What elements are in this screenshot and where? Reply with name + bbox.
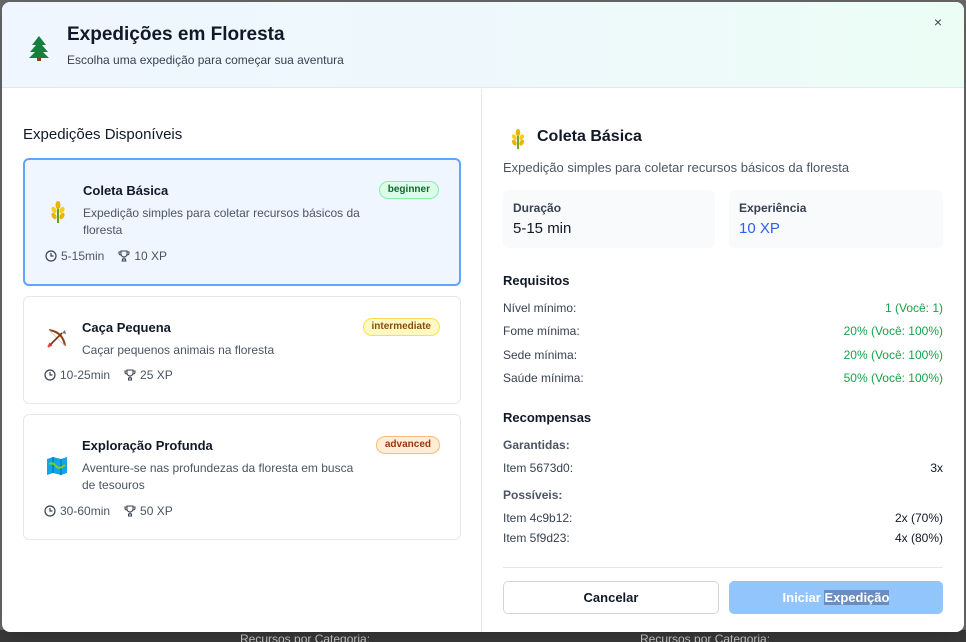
requirements-title: Requisitos <box>503 273 570 288</box>
wheat-icon <box>511 128 525 150</box>
requirement-label: Sede mínima: <box>503 348 578 362</box>
modal-title: Expedições em Floresta <box>67 24 285 45</box>
requirement-value: 1 (Você: 1) <box>884 301 943 315</box>
expedition-card-exploracao-profunda[interactable]: Exploração Profunda advanced Aventure-se… <box>23 414 461 540</box>
reward-value: 3x <box>930 461 943 475</box>
possible-label: Possíveis: <box>503 488 563 502</box>
card-title: Coleta Básica <box>83 183 169 198</box>
close-icon: × <box>933 14 943 30</box>
wheat-icon <box>51 201 65 223</box>
close-button[interactable]: × <box>928 12 948 32</box>
expedition-modal: Expedições em Floresta Escolha uma exped… <box>2 2 964 632</box>
reward-label: Item 5673d0: <box>503 461 574 475</box>
reward-label: Item 4c9b12: <box>503 511 573 525</box>
xp-text: 25 XP <box>140 368 173 382</box>
rewards-title: Recompensas <box>503 410 592 425</box>
start-label-a: Iniciar <box>782 590 825 605</box>
start-label-b: Expedição <box>824 590 890 605</box>
reward-label: Item 5f9d23: <box>503 531 570 545</box>
bow-arrow-icon <box>47 329 66 348</box>
background-label-left: Recursos por Categoria: <box>240 632 371 642</box>
map-icon <box>47 457 67 475</box>
expedition-detail-panel: Coleta Básica Expedição simples para col… <box>483 89 964 632</box>
card-meta: 30-60min 50 XP <box>44 504 173 518</box>
reward-value: 4x (80%) <box>894 531 943 545</box>
reward-row: Item 5f9d23: 4x (80%) <box>503 531 943 547</box>
card-description: Aventure-se nas profundezas da floresta … <box>82 461 354 492</box>
detail-description: Expedição simples para coletar recursos … <box>503 160 850 175</box>
experience-stat: Experiência 10 XP <box>729 190 943 248</box>
card-title: Exploração Profunda <box>82 438 213 453</box>
card-meta: 10-25min 25 XP <box>44 368 173 382</box>
clock-icon <box>45 250 57 262</box>
reward-value: 2x (70%) <box>894 511 943 525</box>
card-description: Expedição simples para coletar recursos … <box>83 206 360 237</box>
background-label-right: Recursos por Categoria: <box>640 632 771 642</box>
clock-icon <box>44 369 56 381</box>
list-title: Expedições Disponíveis <box>23 126 183 143</box>
difficulty-badge: advanced <box>375 436 440 454</box>
requirement-label: Fome mínima: <box>503 324 580 338</box>
expedition-card-caca-pequena[interactable]: Caça Pequena intermediate Caçar pequenos… <box>23 296 461 404</box>
divider <box>503 567 943 568</box>
modal-subtitle: Escolha uma expedição para começar sua a… <box>67 53 344 67</box>
tree-icon <box>29 36 49 61</box>
card-description: Caçar pequenos animais na floresta <box>82 343 275 357</box>
clock-icon <box>44 505 56 517</box>
modal-header: Expedições em Floresta Escolha uma exped… <box>2 2 964 88</box>
duration-text: 30-60min <box>60 504 111 518</box>
requirement-value: 20% (Você: 100%) <box>843 348 943 362</box>
reward-row: Item 5673d0: 3x <box>503 461 943 477</box>
duration-label: Duração <box>513 201 562 215</box>
difficulty-badge: beginner <box>378 181 439 199</box>
difficulty-badge: intermediate <box>362 318 440 336</box>
requirement-row: Fome mínima: 20% (Você: 100%) <box>503 324 943 340</box>
trophy-icon <box>124 369 136 381</box>
duration-text: 5-15min <box>61 249 105 263</box>
duration-text: 10-25min <box>60 368 111 382</box>
reward-row: Item 4c9b12: 2x (70%) <box>503 511 943 527</box>
detail-title: Coleta Básica <box>537 128 642 145</box>
requirement-row: Saúde mínima: 50% (Você: 100%) <box>503 371 943 387</box>
duration-stat: Duração 5-15 min <box>503 190 715 248</box>
experience-label: Experiência <box>739 201 807 215</box>
trophy-icon <box>118 250 130 262</box>
requirement-label: Nível mínimo: <box>503 301 577 315</box>
guaranteed-label: Garantidas: <box>503 438 570 452</box>
requirement-value: 20% (Você: 100%) <box>843 324 943 338</box>
experience-value: 10 XP <box>739 220 780 237</box>
requirement-label: Saúde mínima: <box>503 371 584 385</box>
cancel-button[interactable]: Cancelar <box>503 581 719 614</box>
duration-value: 5-15 min <box>513 220 572 237</box>
card-meta: 5-15min 10 XP <box>45 249 167 263</box>
requirement-row: Nível mínimo: 1 (Você: 1) <box>503 301 943 317</box>
trophy-icon <box>124 505 136 517</box>
expedition-card-coleta-basica[interactable]: Coleta Básica beginner Expedição simples… <box>23 158 461 286</box>
xp-text: 10 XP <box>134 249 168 263</box>
start-expedition-button[interactable]: Iniciar Expedição <box>729 581 943 614</box>
card-title: Caça Pequena <box>82 320 171 335</box>
expedition-list-panel: Expedições Disponíveis Coleta Básica beg… <box>2 89 482 632</box>
requirement-value: 50% (Você: 100%) <box>843 371 943 385</box>
xp-text: 50 XP <box>140 504 173 518</box>
requirement-row: Sede mínima: 20% (Você: 100%) <box>503 348 943 364</box>
